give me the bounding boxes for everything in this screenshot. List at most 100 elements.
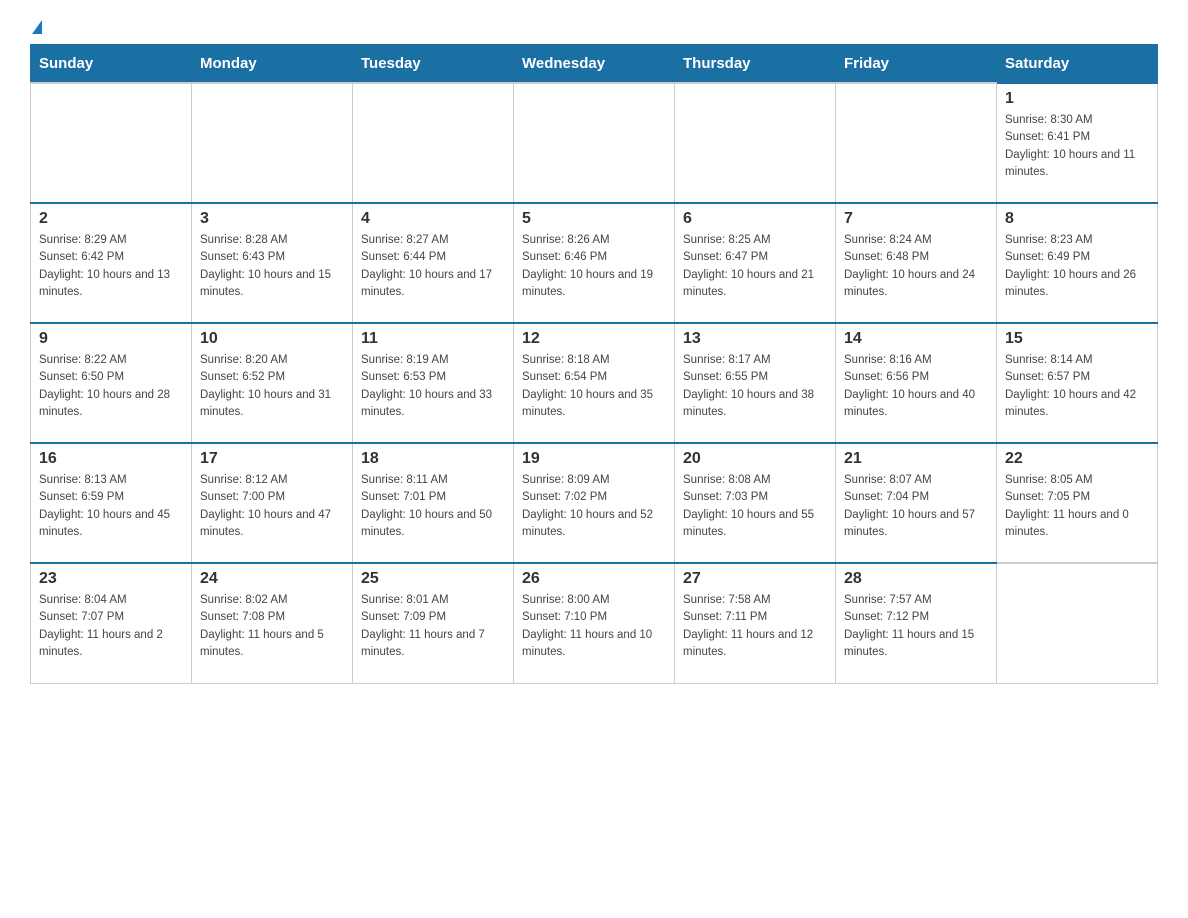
weekday-header-tuesday: Tuesday xyxy=(353,45,514,84)
calendar-cell: 17 Sunrise: 8:12 AM Sunset: 7:00 PM Dayli… xyxy=(192,443,353,563)
calendar-body: 1 Sunrise: 8:30 AM Sunset: 6:41 PM Daylig… xyxy=(31,83,1158,683)
day-info: Sunrise: 8:20 AM Sunset: 6:52 PM Dayligh… xyxy=(200,352,344,421)
calendar-cell: 24Sunrise: 8:02 AM Sunset: 7:08 PM Dayli… xyxy=(192,563,353,683)
day-info: Sunrise: 7:58 AM Sunset: 7:11 PM Dayligh… xyxy=(683,592,827,661)
day-info: Sunrise: 8:19 AM Sunset: 6:53 PM Dayligh… xyxy=(361,352,505,421)
calendar-week-row: 2 Sunrise: 8:29 AM Sunset: 6:42 PM Daylig… xyxy=(31,203,1158,323)
day-info: Sunrise: 8:25 AM Sunset: 6:47 PM Dayligh… xyxy=(683,232,827,301)
day-info: Sunrise: 8:28 AM Sunset: 6:43 PM Dayligh… xyxy=(200,232,344,301)
day-info: Sunrise: 8:13 AM Sunset: 6:59 PM Dayligh… xyxy=(39,472,183,541)
calendar-cell: 27 Sunrise: 7:58 AM Sunset: 7:11 PM Dayli… xyxy=(675,563,836,683)
calendar-cell: 21 Sunrise: 8:07 AM Sunset: 7:04 PM Dayli… xyxy=(836,443,997,563)
day-info: Sunrise: 8:04 AM Sunset: 7:07 PM Dayligh… xyxy=(39,592,183,661)
logo-top-row xyxy=(30,20,42,34)
day-info: Sunrise: 8:14 AM Sunset: 6:57 PM Dayligh… xyxy=(1005,352,1149,421)
calendar-cell: 28 Sunrise: 7:57 AM Sunset: 7:12 PM Dayli… xyxy=(836,563,997,683)
calendar-cell: 20 Sunrise: 8:08 AM Sunset: 7:03 PM Dayli… xyxy=(675,443,836,563)
day-number: 1 xyxy=(1005,90,1149,108)
calendar-cell xyxy=(675,83,836,203)
day-number: 19 xyxy=(522,450,666,468)
day-info: Sunrise: 8:05 AM Sunset: 7:05 PM Dayligh… xyxy=(1005,472,1149,541)
calendar-cell xyxy=(836,83,997,203)
day-info: Sunrise: 8:08 AM Sunset: 7:03 PM Dayligh… xyxy=(683,472,827,541)
calendar-week-row: 9 Sunrise: 8:22 AM Sunset: 6:50 PM Daylig… xyxy=(31,323,1158,443)
calendar-cell xyxy=(997,563,1158,683)
day-number: 2 xyxy=(39,210,183,228)
calendar-cell: 22 Sunrise: 8:05 AM Sunset: 7:05 PM Dayli… xyxy=(997,443,1158,563)
day-number: 13 xyxy=(683,330,827,348)
day-info: Sunrise: 8:11 AM Sunset: 7:01 PM Dayligh… xyxy=(361,472,505,541)
day-info: Sunrise: 8:12 AM Sunset: 7:00 PM Dayligh… xyxy=(200,472,344,541)
calendar-cell: 8Sunrise: 8:23 AM Sunset: 6:49 PM Daylig… xyxy=(997,203,1158,323)
day-number: 17 xyxy=(200,450,344,468)
day-info: Sunrise: 8:29 AM Sunset: 6:42 PM Dayligh… xyxy=(39,232,183,301)
calendar-header: SundayMondayTuesdayWednesdayThursdayFrid… xyxy=(31,45,1158,84)
calendar-cell xyxy=(192,83,353,203)
weekday-header-friday: Friday xyxy=(836,45,997,84)
day-number: 15 xyxy=(1005,330,1149,348)
day-info: Sunrise: 8:24 AM Sunset: 6:48 PM Dayligh… xyxy=(844,232,988,301)
calendar-cell: 9 Sunrise: 8:22 AM Sunset: 6:50 PM Daylig… xyxy=(31,323,192,443)
day-number: 5 xyxy=(522,210,666,228)
calendar-cell: 10 Sunrise: 8:20 AM Sunset: 6:52 PM Dayli… xyxy=(192,323,353,443)
day-number: 20 xyxy=(683,450,827,468)
day-number: 9 xyxy=(39,330,183,348)
day-number: 10 xyxy=(200,330,344,348)
day-number: 11 xyxy=(361,330,505,348)
calendar-week-row: 23 Sunrise: 8:04 AM Sunset: 7:07 PM Dayli… xyxy=(31,563,1158,683)
day-number: 24 xyxy=(200,570,344,588)
weekday-header-row: SundayMondayTuesdayWednesdayThursdayFrid… xyxy=(31,45,1158,84)
day-info: Sunrise: 8:22 AM Sunset: 6:50 PM Dayligh… xyxy=(39,352,183,421)
calendar-cell xyxy=(353,83,514,203)
weekday-header-wednesday: Wednesday xyxy=(514,45,675,84)
calendar-cell: 3 Sunrise: 8:28 AM Sunset: 6:43 PM Daylig… xyxy=(192,203,353,323)
day-number: 23 xyxy=(39,570,183,588)
day-number: 14 xyxy=(844,330,988,348)
day-number: 27 xyxy=(683,570,827,588)
calendar-cell xyxy=(514,83,675,203)
weekday-header-thursday: Thursday xyxy=(675,45,836,84)
calendar-cell: 4Sunrise: 8:27 AM Sunset: 6:44 PM Daylig… xyxy=(353,203,514,323)
day-number: 8 xyxy=(1005,210,1149,228)
day-info: Sunrise: 8:09 AM Sunset: 7:02 PM Dayligh… xyxy=(522,472,666,541)
calendar-cell: 12 Sunrise: 8:18 AM Sunset: 6:54 PM Dayli… xyxy=(514,323,675,443)
day-number: 21 xyxy=(844,450,988,468)
calendar-cell: 19 Sunrise: 8:09 AM Sunset: 7:02 PM Dayli… xyxy=(514,443,675,563)
day-number: 28 xyxy=(844,570,988,588)
calendar-cell: 18 Sunrise: 8:11 AM Sunset: 7:01 PM Dayli… xyxy=(353,443,514,563)
calendar-table: SundayMondayTuesdayWednesdayThursdayFrid… xyxy=(30,44,1158,684)
calendar-cell: 13 Sunrise: 8:17 AM Sunset: 6:55 PM Dayli… xyxy=(675,323,836,443)
calendar-cell: 1 Sunrise: 8:30 AM Sunset: 6:41 PM Daylig… xyxy=(997,83,1158,203)
calendar-cell: 25Sunrise: 8:01 AM Sunset: 7:09 PM Dayli… xyxy=(353,563,514,683)
day-info: Sunrise: 8:00 AM Sunset: 7:10 PM Dayligh… xyxy=(522,592,666,661)
calendar-cell: 11 Sunrise: 8:19 AM Sunset: 6:53 PM Dayli… xyxy=(353,323,514,443)
calendar-cell: 5 Sunrise: 8:26 AM Sunset: 6:46 PM Daylig… xyxy=(514,203,675,323)
day-number: 22 xyxy=(1005,450,1149,468)
day-info: Sunrise: 8:30 AM Sunset: 6:41 PM Dayligh… xyxy=(1005,112,1149,181)
day-info: Sunrise: 8:07 AM Sunset: 7:04 PM Dayligh… xyxy=(844,472,988,541)
day-number: 16 xyxy=(39,450,183,468)
calendar-week-row: 16 Sunrise: 8:13 AM Sunset: 6:59 PM Dayli… xyxy=(31,443,1158,563)
logo-arrow-icon xyxy=(32,20,42,34)
day-number: 26 xyxy=(522,570,666,588)
day-number: 3 xyxy=(200,210,344,228)
day-info: Sunrise: 8:16 AM Sunset: 6:56 PM Dayligh… xyxy=(844,352,988,421)
day-number: 12 xyxy=(522,330,666,348)
day-info: Sunrise: 8:01 AM Sunset: 7:09 PM Dayligh… xyxy=(361,592,505,661)
day-number: 7 xyxy=(844,210,988,228)
day-number: 18 xyxy=(361,450,505,468)
calendar-cell: 15 Sunrise: 8:14 AM Sunset: 6:57 PM Dayli… xyxy=(997,323,1158,443)
day-info: Sunrise: 8:26 AM Sunset: 6:46 PM Dayligh… xyxy=(522,232,666,301)
calendar-cell: 6 Sunrise: 8:25 AM Sunset: 6:47 PM Daylig… xyxy=(675,203,836,323)
calendar-cell: 7 Sunrise: 8:24 AM Sunset: 6:48 PM Daylig… xyxy=(836,203,997,323)
calendar-week-row: 1 Sunrise: 8:30 AM Sunset: 6:41 PM Daylig… xyxy=(31,83,1158,203)
weekday-header-monday: Monday xyxy=(192,45,353,84)
day-info: Sunrise: 7:57 AM Sunset: 7:12 PM Dayligh… xyxy=(844,592,988,661)
calendar-cell: 23 Sunrise: 8:04 AM Sunset: 7:07 PM Dayli… xyxy=(31,563,192,683)
day-info: Sunrise: 8:17 AM Sunset: 6:55 PM Dayligh… xyxy=(683,352,827,421)
weekday-header-saturday: Saturday xyxy=(997,45,1158,84)
day-number: 6 xyxy=(683,210,827,228)
calendar-cell: 2 Sunrise: 8:29 AM Sunset: 6:42 PM Daylig… xyxy=(31,203,192,323)
day-info: Sunrise: 8:18 AM Sunset: 6:54 PM Dayligh… xyxy=(522,352,666,421)
page-header xyxy=(30,20,1158,34)
